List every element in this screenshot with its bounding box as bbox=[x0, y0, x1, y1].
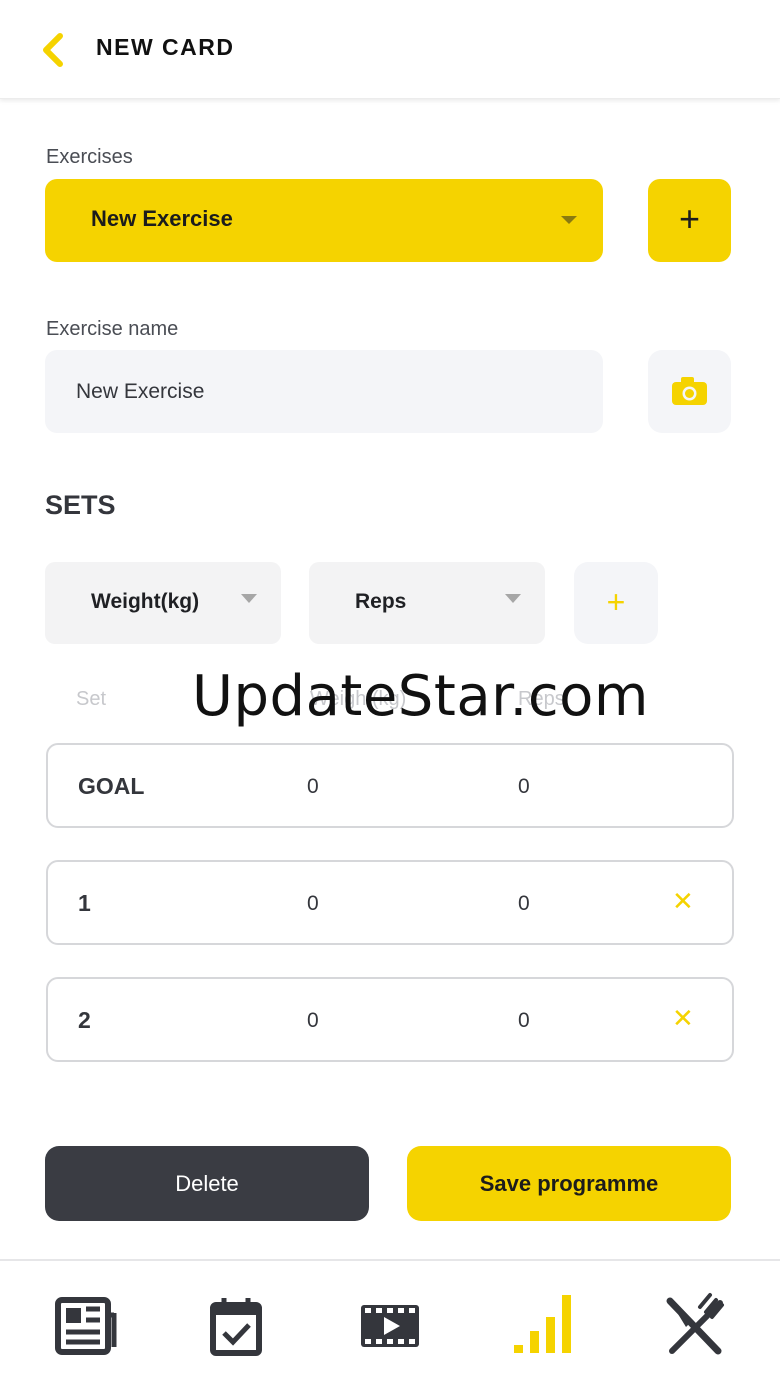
remove-set-icon[interactable]: ✕ bbox=[672, 886, 694, 917]
reps-value[interactable]: 0 bbox=[518, 1009, 530, 1033]
plus-icon: + bbox=[678, 198, 701, 239]
delete-button-label: Delete bbox=[175, 1171, 239, 1196]
back-button[interactable] bbox=[36, 30, 70, 70]
caret-down-icon bbox=[241, 594, 257, 603]
set-number: 1 bbox=[78, 890, 91, 916]
set-row: 1 0 0 ✕ bbox=[46, 860, 734, 945]
caret-down-icon bbox=[561, 216, 577, 224]
set-column-header: Set bbox=[76, 688, 107, 710]
plus-icon: + bbox=[606, 584, 626, 620]
fork-knife-icon bbox=[666, 1293, 724, 1355]
exercise-name-value: New Exercise bbox=[76, 380, 205, 403]
remove-set-icon[interactable]: ✕ bbox=[672, 1003, 694, 1034]
video-icon bbox=[361, 1305, 419, 1347]
camera-button[interactable] bbox=[648, 350, 731, 433]
tab-videos[interactable] bbox=[350, 1287, 430, 1367]
tab-stats[interactable] bbox=[504, 1287, 584, 1367]
tab-nutrition[interactable] bbox=[656, 1287, 736, 1367]
bottom-tab-bar bbox=[0, 1259, 780, 1387]
reps-selector-label: Reps bbox=[355, 590, 407, 613]
app-header: NEW CARD bbox=[0, 0, 780, 99]
tab-news[interactable] bbox=[44, 1287, 124, 1367]
set-number: 2 bbox=[78, 1007, 91, 1033]
add-column-button[interactable]: + bbox=[574, 562, 658, 644]
set-row: 2 0 0 ✕ bbox=[46, 977, 734, 1062]
reps-value[interactable]: 0 bbox=[518, 892, 530, 916]
save-programme-button[interactable]: Save programme bbox=[407, 1146, 731, 1221]
save-button-label: Save programme bbox=[479, 1171, 659, 1196]
exercises-label: Exercises bbox=[46, 146, 133, 168]
exercise-dropdown[interactable]: New Exercise bbox=[45, 179, 603, 262]
weight-value[interactable]: 0 bbox=[307, 775, 319, 799]
weight-value[interactable]: 0 bbox=[307, 892, 319, 916]
page-title: NEW CARD bbox=[96, 34, 235, 60]
camera-icon bbox=[672, 377, 707, 405]
chevron-left-icon bbox=[43, 33, 63, 67]
set-row-goal: GOAL 0 0 bbox=[46, 743, 734, 828]
watermark: UpdateStar.com bbox=[192, 664, 649, 729]
exercise-name-field[interactable]: New Exercise bbox=[45, 350, 603, 433]
exercise-name-label: Exercise name bbox=[46, 318, 179, 340]
tab-calendar[interactable] bbox=[196, 1287, 276, 1367]
weight-column-selector[interactable]: Weight(kg) bbox=[45, 562, 281, 644]
exercise-dropdown-value: New Exercise bbox=[91, 206, 233, 231]
reps-value[interactable]: 0 bbox=[518, 775, 530, 799]
weight-value[interactable]: 0 bbox=[307, 1009, 319, 1033]
calendar-check-icon bbox=[210, 1298, 262, 1356]
stats-bars-icon bbox=[514, 1295, 571, 1353]
weight-selector-label: Weight(kg) bbox=[91, 590, 200, 613]
sets-heading: SETS bbox=[45, 490, 116, 520]
add-exercise-button[interactable]: + bbox=[648, 179, 731, 262]
reps-column-selector[interactable]: Reps bbox=[309, 562, 545, 644]
delete-button[interactable]: Delete bbox=[45, 1146, 369, 1221]
set-number: GOAL bbox=[78, 773, 145, 799]
caret-down-icon bbox=[505, 594, 521, 603]
news-icon bbox=[55, 1297, 117, 1355]
